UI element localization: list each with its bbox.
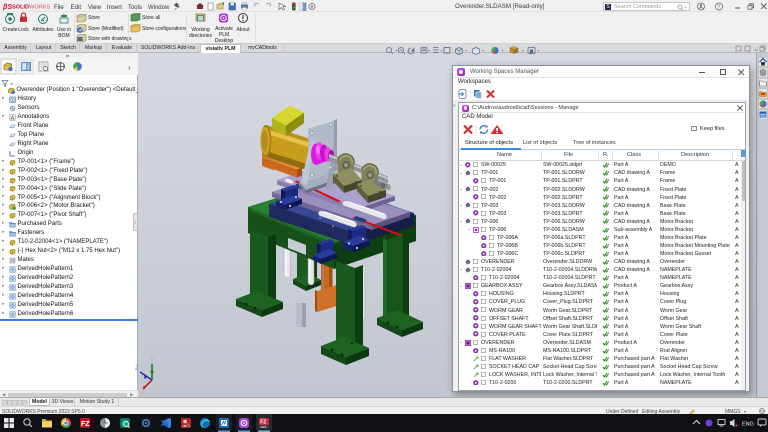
svg-text:FZ: FZ bbox=[81, 421, 90, 428]
svg-text:Y: Y bbox=[150, 358, 154, 364]
svg-text:Z: Z bbox=[135, 366, 139, 372]
svg-text:ENG: ENG bbox=[742, 422, 754, 428]
